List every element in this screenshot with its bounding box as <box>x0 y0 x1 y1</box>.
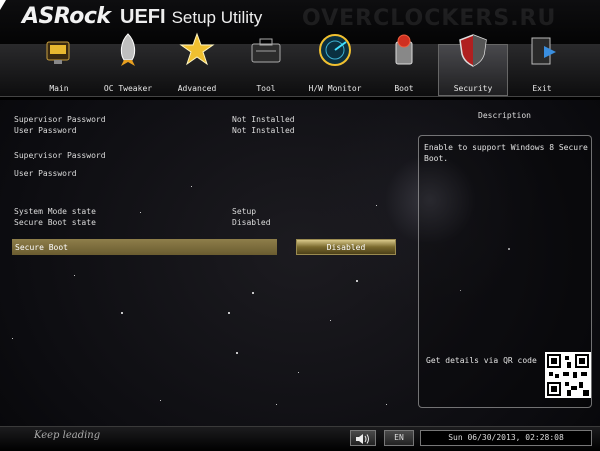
title-rest: Setup Utility <box>171 8 263 27</box>
slogan: Keep leading <box>34 430 101 441</box>
qr-code-icon[interactable] <box>545 352 591 398</box>
tab-security[interactable]: Security <box>438 34 508 96</box>
secure-boot-label: Secure Boot <box>15 243 68 252</box>
star <box>160 400 161 401</box>
tab-label: H/W Monitor <box>308 84 362 93</box>
tab-label: Tool <box>256 84 276 93</box>
tab-bar: Main OC Tweaker Advanced Tool H/W Monito… <box>0 32 600 97</box>
clock-display: Sun 06/30/2013, 02:28:08 <box>420 430 592 446</box>
tab-label: Security <box>453 84 493 93</box>
star-icon <box>179 32 215 66</box>
tab-label: Main <box>49 84 69 93</box>
power-icon <box>395 34 413 65</box>
tab-main[interactable]: Main <box>24 41 94 96</box>
qr-caption: Get details via QR code <box>426 356 537 365</box>
mouse-cursor-icon <box>0 0 6 10</box>
star <box>140 212 141 213</box>
watermark: OVERCLOCKERS.RU <box>302 6 557 31</box>
tab-tool[interactable]: Tool <box>231 38 301 96</box>
tab-label: Exit <box>532 84 552 93</box>
star <box>228 312 230 314</box>
description-text: Enable to support Windows 8 Secure Boot. <box>424 143 588 163</box>
tab-oc-tweaker[interactable]: OC Tweaker <box>93 33 163 96</box>
speaker-button[interactable] <box>350 430 376 446</box>
exit-icon <box>531 37 556 65</box>
star <box>356 280 358 282</box>
supervisor-password-item[interactable]: Supervisor Password <box>14 151 106 160</box>
tab-boot[interactable]: Boot <box>369 34 439 96</box>
user-password-item[interactable]: User Password <box>14 169 77 178</box>
star <box>376 205 377 206</box>
description-title: Description <box>478 111 531 120</box>
star <box>74 275 75 276</box>
tab-label: OC Tweaker <box>103 84 153 93</box>
star <box>12 338 13 339</box>
language-button[interactable]: EN <box>384 430 414 446</box>
tab-label: Boot <box>394 84 414 93</box>
tab-hw-monitor[interactable]: H/W Monitor <box>300 34 370 96</box>
secure-boot-dropdown[interactable]: Disabled <box>296 239 396 255</box>
secure-boot-state-label: Secure Boot state <box>14 218 96 227</box>
star <box>121 312 123 314</box>
supervisor-password-status-label: Supervisor Password <box>14 115 106 124</box>
star <box>236 352 238 354</box>
system-mode-label: System Mode state <box>14 207 96 216</box>
asrock-logo: ASRock <box>22 4 111 29</box>
app-title: UEFI Setup Utility <box>120 6 262 29</box>
star <box>191 186 192 187</box>
secure-boot-state-value: Disabled <box>232 218 271 227</box>
tab-label: Advanced <box>177 84 217 93</box>
tab-exit[interactable]: Exit <box>507 37 577 96</box>
star <box>252 292 254 294</box>
star <box>330 320 331 321</box>
shield-icon <box>459 34 487 67</box>
star <box>276 404 277 405</box>
supervisor-password-status-value: Not Installed <box>232 115 295 124</box>
main-icon <box>46 41 70 64</box>
tab-advanced[interactable]: Advanced <box>162 32 232 96</box>
star <box>298 372 299 373</box>
star <box>386 404 387 405</box>
speaker-icon <box>356 434 369 444</box>
user-password-status-label: User Password <box>14 126 77 135</box>
radar-icon <box>319 34 351 66</box>
toolbox-icon <box>251 38 281 63</box>
user-password-status-value: Not Installed <box>232 126 295 135</box>
system-mode-value: Setup <box>232 207 257 216</box>
title-uefi: UEFI <box>120 6 166 28</box>
rocket-icon <box>120 33 136 66</box>
